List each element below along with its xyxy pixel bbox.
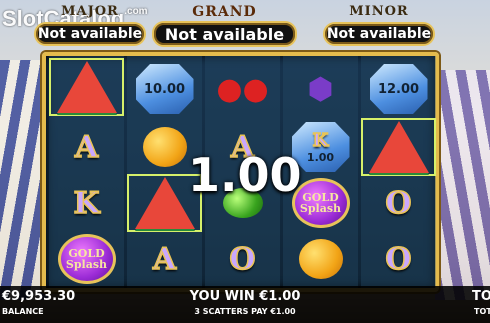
win-value: YOU WIN €1.00 [189, 289, 301, 304]
jackpot-minor-title: MINOR [349, 4, 409, 19]
total-bet-label: TOT [474, 307, 490, 316]
symbol-letter-o: O [385, 185, 413, 222]
symbol-letter-a: A [152, 241, 177, 278]
jackpot-grand-value: Not available [152, 21, 297, 47]
gold-splash-text-2: Splash [65, 258, 108, 271]
win-description: 3 SCATTERS PAY €1.00 [194, 307, 296, 316]
jackpot-minor-value: Not available [323, 22, 435, 46]
background-umbrella-right [435, 70, 490, 300]
grapes-icon: ⬢ [307, 71, 334, 107]
symbol-letter-o: O [385, 241, 413, 278]
symbol-gold-splash: GOLD Splash [49, 230, 124, 288]
reel-1: A K GOLD Splash [49, 56, 124, 288]
jackpot-major: MAJOR Not available [34, 4, 146, 46]
jackpot-grand-title: GRAND [192, 4, 257, 20]
symbol-letter-a: A [74, 129, 99, 166]
symbol-letter-k: K [73, 185, 101, 222]
symbol-gem-value: 10.00 [127, 60, 202, 118]
jackpot-major-value: Not available [34, 22, 146, 46]
jackpot-minor: MINOR Not available [323, 4, 435, 46]
symbol-gem-value: 12.00 [361, 60, 436, 118]
total-bet-value: TOT [472, 289, 490, 304]
symbol-watermelon [49, 58, 124, 116]
symbol-cherry: ●● [205, 60, 280, 118]
symbol-grapes: ⬢ [283, 60, 358, 118]
jackpot-grand: GRAND Not available [152, 4, 297, 47]
symbol-orange [283, 230, 358, 288]
symbol-letter-o: O [229, 241, 257, 278]
jackpot-major-title: MAJOR [61, 4, 119, 19]
reel-5: 12.00 O O [361, 56, 436, 288]
symbol-watermelon [361, 118, 436, 176]
cherry-icon: ●● [216, 71, 269, 107]
win-amount-overlay: 1.00 [188, 148, 302, 202]
